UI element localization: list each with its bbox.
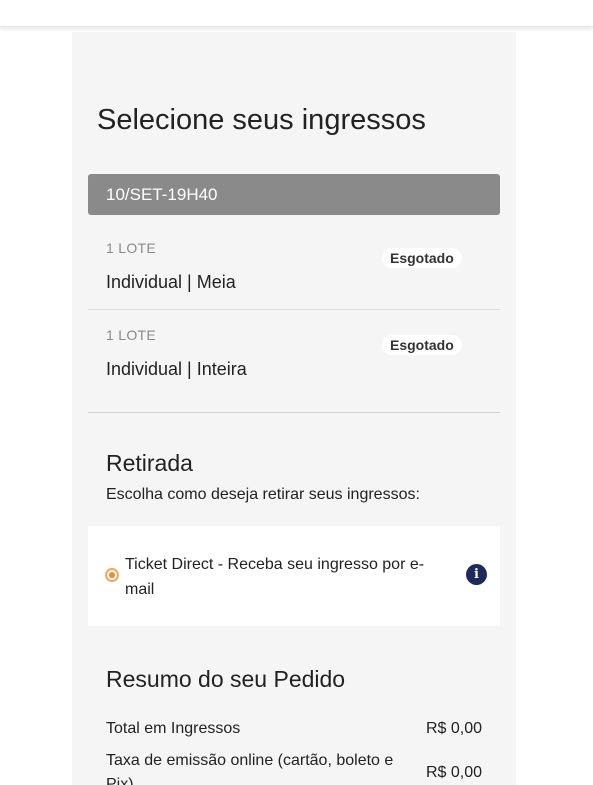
session-date-bar[interactable]: 10/SET-19H40: [88, 174, 500, 215]
ticket-name: Individual | Meia: [106, 272, 236, 292]
lot-label: 1 LOTE: [106, 327, 157, 343]
lot-label: 1 LOTE: [106, 240, 157, 256]
page-title: Selecione seus ingressos: [97, 104, 426, 136]
retirada-description: Escolha como deseja retirar seus ingress…: [106, 486, 420, 503]
section-divider: [88, 412, 500, 413]
top-bar: [0, 0, 593, 27]
sold-out-badge: Esgotado: [382, 335, 462, 355]
ticket-selection-panel: Selecione seus ingressos 10/SET-19H40 1 …: [72, 32, 516, 785]
retirada-title: Retirada: [106, 450, 193, 476]
summary-value: R$ 0,00: [426, 720, 483, 737]
summary-label: Taxa de emissão online (cartão, boleto e…: [106, 752, 394, 785]
delivery-radio-selected[interactable]: [105, 568, 119, 582]
delivery-option-label[interactable]: Ticket Direct - Receba seu ingresso por …: [125, 552, 445, 602]
summary-value: R$ 0,00: [426, 764, 483, 781]
ticket-row: 1 LOTE Individual | Inteira Esgotado: [88, 311, 500, 397]
ticket-name: Individual | Inteira: [106, 359, 247, 379]
summary-label: Total em Ingressos: [106, 720, 241, 737]
ticket-row: 1 LOTE Individual | Meia Esgotado: [88, 224, 500, 310]
delivery-option-ticket-direct[interactable]: Ticket Direct - Receba seu ingresso por …: [88, 526, 500, 626]
order-summary-title: Resumo do seu Pedido: [106, 666, 346, 692]
info-icon[interactable]: i: [466, 564, 487, 585]
sold-out-badge: Esgotado: [382, 248, 462, 268]
